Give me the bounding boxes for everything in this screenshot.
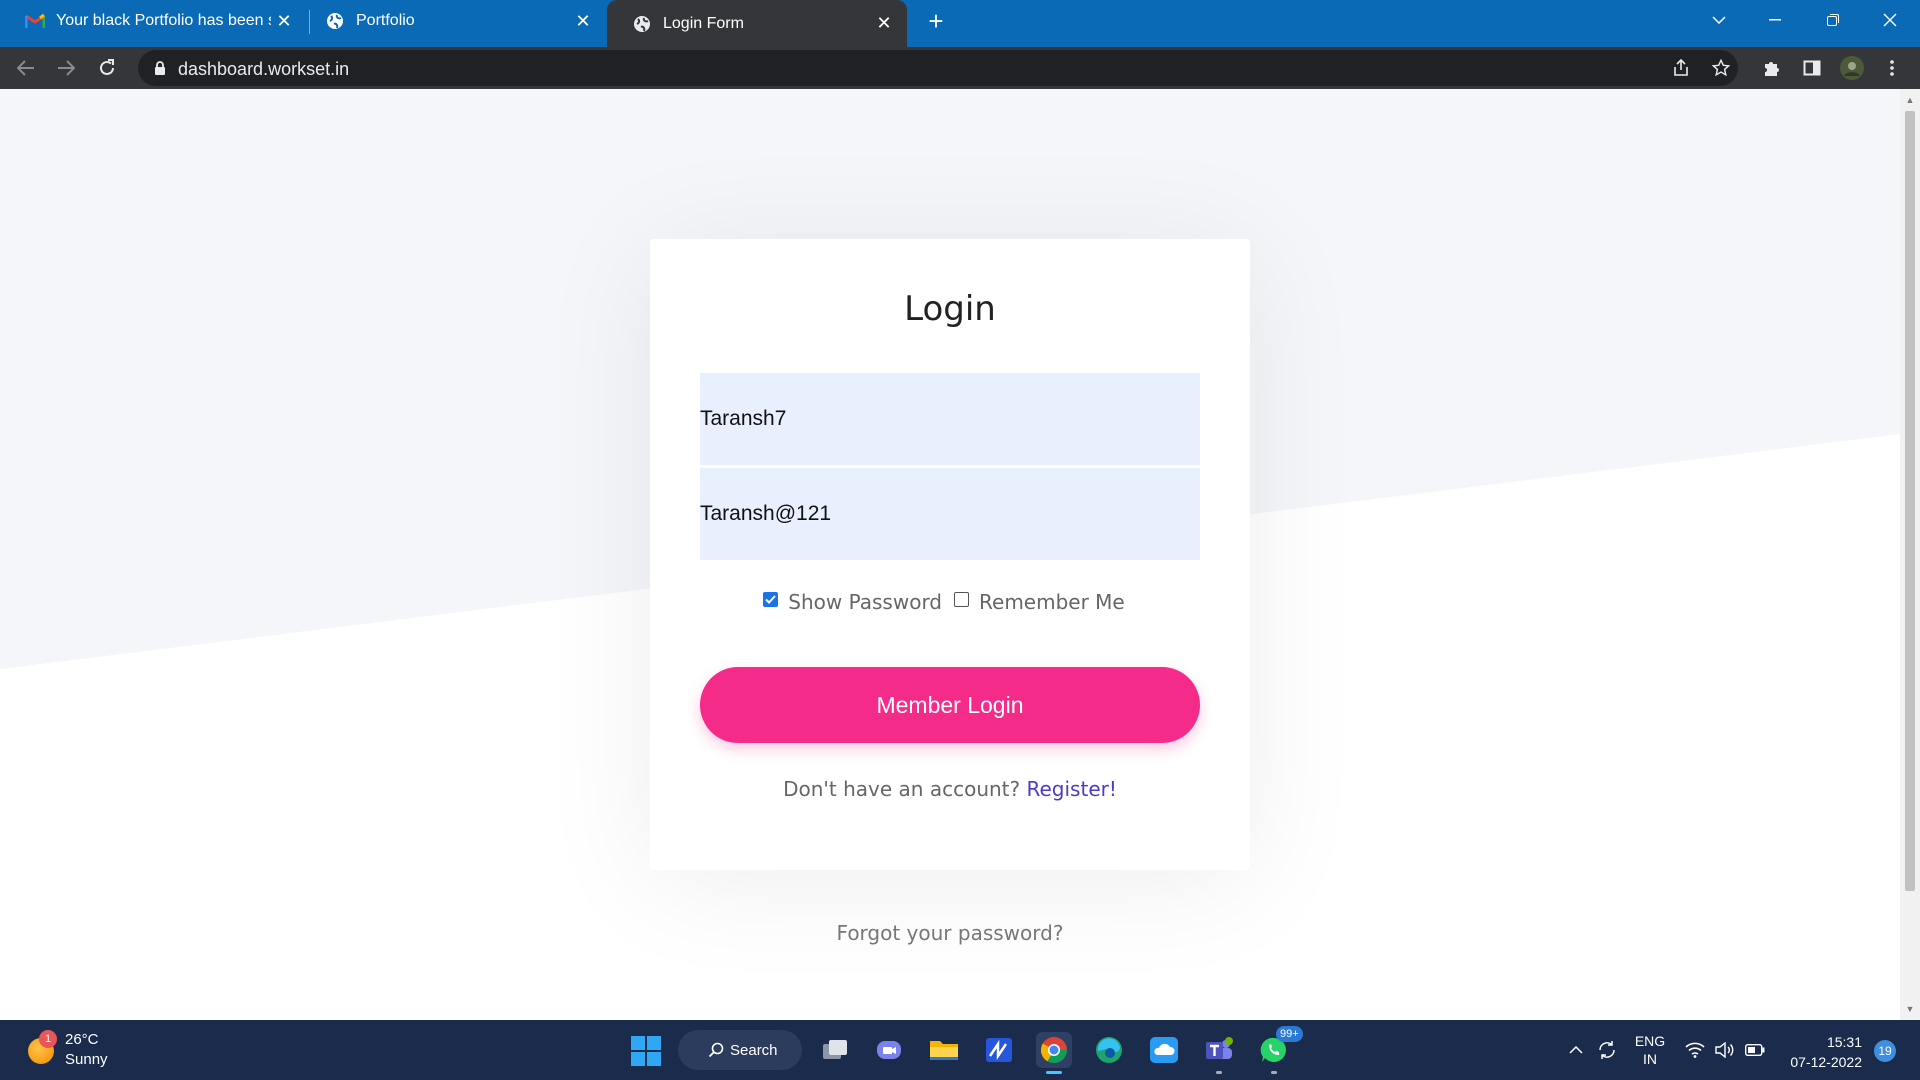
password-field[interactable] bbox=[700, 468, 1200, 560]
file-explorer-icon[interactable] bbox=[926, 1032, 962, 1068]
login-options: Show Password Remember Me bbox=[650, 590, 1250, 614]
weather-condition[interactable]: Sunny bbox=[65, 1051, 108, 1068]
weather-temperature[interactable]: 26°C bbox=[65, 1031, 99, 1048]
address-bar[interactable]: dashboard.workset.in bbox=[138, 50, 1738, 86]
tab-portfolio[interactable]: Portfolio ✕ bbox=[300, 0, 606, 42]
tab-search-chevron-icon[interactable] bbox=[1691, 0, 1747, 40]
globe-icon bbox=[325, 11, 345, 31]
clock-time: 15:31 bbox=[1826, 1034, 1862, 1050]
weather-badge: 1 bbox=[39, 1030, 57, 1048]
scrollbar-thumb[interactable] bbox=[1905, 111, 1915, 891]
remember-me-label[interactable]: Remember Me bbox=[979, 590, 1125, 614]
whatsapp-icon[interactable]: 99+ bbox=[1256, 1026, 1303, 1074]
editor-app-icon[interactable] bbox=[981, 1032, 1017, 1068]
show-hidden-icons-chevron[interactable] bbox=[1564, 1020, 1588, 1080]
profile-avatar[interactable] bbox=[1839, 55, 1865, 81]
back-button[interactable] bbox=[10, 52, 42, 84]
new-tab-button[interactable]: + bbox=[921, 6, 951, 36]
search-icon bbox=[708, 1042, 724, 1058]
windows-start-icon[interactable] bbox=[631, 1036, 661, 1066]
language-indicator[interactable]: ENG IN bbox=[1632, 1032, 1668, 1068]
search-label: Search bbox=[730, 1041, 778, 1059]
whatsapp-badge: 99+ bbox=[1276, 1026, 1303, 1042]
tab-login-form[interactable]: Login Form ✕ bbox=[607, 0, 907, 47]
register-prompt: Don't have an account? Register! bbox=[650, 777, 1250, 801]
page-scrollbar[interactable]: ▲ ▼ bbox=[1900, 89, 1920, 1020]
browser-tab-strip: Your black Portfolio has been suc ✕ Port… bbox=[0, 0, 1920, 47]
extensions-puzzle-icon[interactable] bbox=[1759, 55, 1785, 81]
battery-icon[interactable] bbox=[1743, 1020, 1767, 1080]
volume-icon[interactable] bbox=[1713, 1020, 1737, 1080]
taskbar-search[interactable]: Search bbox=[678, 1030, 802, 1070]
globe-icon bbox=[632, 14, 652, 34]
username-field[interactable] bbox=[700, 373, 1200, 465]
wifi-icon[interactable] bbox=[1683, 1020, 1707, 1080]
remember-me-checkbox[interactable] bbox=[954, 591, 970, 607]
url-text: dashboard.workset.in bbox=[178, 59, 350, 79]
scroll-down-arrow-icon[interactable]: ▼ bbox=[1905, 1004, 1915, 1014]
cloud-app-icon[interactable] bbox=[1146, 1032, 1182, 1068]
browser-toolbar: dashboard.workset.in bbox=[0, 47, 1920, 89]
gmail-icon bbox=[25, 11, 45, 31]
show-password-checkbox[interactable] bbox=[763, 591, 779, 607]
close-tab-icon[interactable]: ✕ bbox=[871, 11, 897, 37]
chrome-icon[interactable] bbox=[1036, 1032, 1072, 1074]
scroll-up-arrow-icon[interactable]: ▲ bbox=[1905, 95, 1915, 105]
browser-menu-icon[interactable] bbox=[1879, 55, 1905, 81]
page-title: Login bbox=[904, 289, 996, 329]
windows-taskbar: 1 26°C Sunny Search 99+ ENG IN 15:31 07-… bbox=[0, 1020, 1920, 1080]
teams-icon[interactable] bbox=[1201, 1032, 1237, 1074]
close-tab-icon[interactable]: ✕ bbox=[570, 8, 596, 34]
minimize-button[interactable] bbox=[1747, 0, 1803, 40]
tab-gmail[interactable]: Your black Portfolio has been suc ✕ bbox=[0, 0, 307, 42]
register-link[interactable]: Register! bbox=[1027, 777, 1117, 801]
sync-icon[interactable] bbox=[1594, 1020, 1620, 1080]
teams-chat-icon[interactable] bbox=[871, 1032, 907, 1068]
tab-title: Portfolio bbox=[356, 12, 415, 29]
system-clock[interactable]: 15:31 07-12-2022 bbox=[1780, 1032, 1862, 1072]
restore-button[interactable] bbox=[1805, 0, 1861, 40]
bookmark-star-icon[interactable] bbox=[1708, 56, 1734, 80]
clock-date: 07-12-2022 bbox=[1790, 1054, 1862, 1070]
task-view-icon[interactable] bbox=[817, 1032, 853, 1068]
share-icon[interactable] bbox=[1668, 56, 1694, 80]
forward-button[interactable] bbox=[50, 52, 82, 84]
show-password-label[interactable]: Show Password bbox=[788, 590, 942, 614]
tab-title: Login Form bbox=[663, 14, 744, 32]
edge-icon[interactable] bbox=[1091, 1032, 1127, 1068]
member-login-button[interactable]: Member Login bbox=[700, 667, 1200, 743]
language-code: ENG bbox=[1634, 1033, 1666, 1049]
notification-badge[interactable]: 19 bbox=[1874, 1040, 1896, 1062]
language-region: IN bbox=[1643, 1051, 1657, 1067]
close-tab-icon[interactable]: ✕ bbox=[271, 8, 297, 34]
login-card: Login Show Password Remember Me Member L… bbox=[650, 239, 1250, 870]
lock-icon[interactable] bbox=[152, 60, 168, 76]
reload-button[interactable] bbox=[91, 52, 123, 84]
tab-title: Your black Portfolio has been suc bbox=[56, 12, 271, 29]
forgot-password-link[interactable]: Forgot your password? bbox=[650, 921, 1250, 945]
side-panel-icon[interactable] bbox=[1799, 55, 1825, 81]
register-prompt-text: Don't have an account? bbox=[783, 777, 1021, 801]
close-window-button[interactable] bbox=[1862, 0, 1918, 40]
page-viewport: Login Show Password Remember Me Member L… bbox=[0, 89, 1900, 1020]
